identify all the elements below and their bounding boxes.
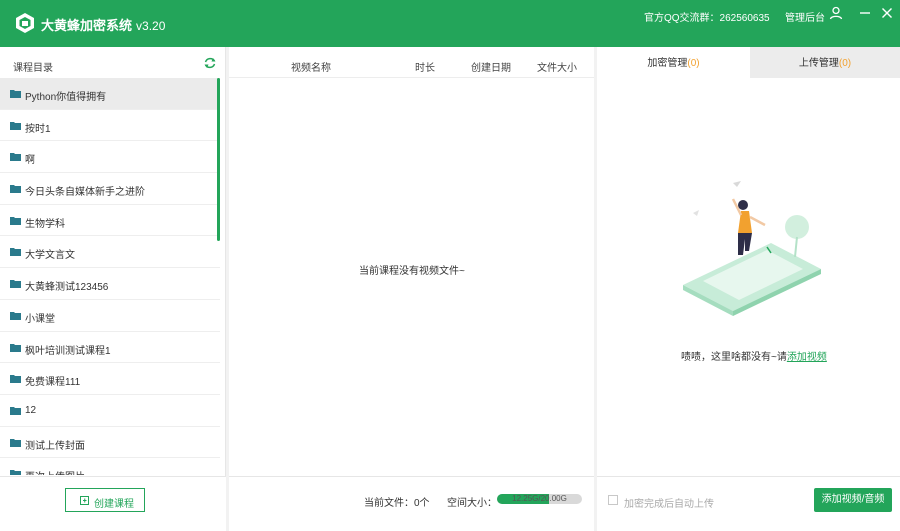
course-item[interactable]: 按时1 bbox=[0, 110, 220, 142]
course-item-label: 枫叶培训测试课程1 bbox=[25, 345, 111, 357]
qq-group-text: 官方QQ交流群：262560635 bbox=[644, 13, 770, 24]
video-panel: 视频名称 时长 创建日期 文件大小 当前课程没有视频文件~ 当前文件：0个 空间… bbox=[229, 47, 594, 531]
course-item[interactable]: 测试上传封面 bbox=[0, 427, 220, 459]
course-item[interactable]: 再次上传图片 bbox=[0, 458, 220, 475]
user-icon[interactable] bbox=[829, 6, 843, 20]
column-file-size[interactable]: 文件大小 bbox=[537, 59, 577, 74]
video-footer: 当前文件：0个 空间大小： 12.25G/20.00G bbox=[229, 476, 594, 531]
folder-icon bbox=[10, 216, 21, 225]
folder-icon bbox=[10, 121, 21, 130]
course-item-label: 今日头条自媒体新手之进阶 bbox=[25, 187, 145, 199]
app-name: 大黄蜂加密系统 bbox=[41, 18, 133, 33]
folder-icon bbox=[10, 406, 21, 415]
video-table-header: 视频名称 时长 创建日期 文件大小 bbox=[229, 47, 594, 78]
create-course-label: 创建课程 bbox=[94, 499, 134, 510]
course-item-label: Python你值得拥有 bbox=[25, 92, 107, 103]
course-item-label: 按时1 bbox=[25, 123, 51, 135]
course-item-label: 大学文言文 bbox=[25, 250, 75, 262]
sidebar-footer: 创建课程 bbox=[0, 476, 226, 531]
sidebar-title: 课程目录 bbox=[13, 63, 53, 74]
empty-video-message: 当前课程没有视频文件~ bbox=[359, 266, 465, 277]
management-panel: 加密管理(0) 上传管理(0) 啧啧，这里啥都没有~请添加视频 加密完成后自动上… bbox=[597, 47, 900, 531]
title-bar: 大黄蜂加密系统 v3.20 官方QQ交流群：262560635 管理后台 bbox=[0, 0, 900, 47]
management-footer: 加密完成后自动上传 添加视频/音频 bbox=[597, 476, 900, 531]
course-item[interactable]: 免费课程111 bbox=[0, 363, 220, 395]
course-item[interactable]: 大学文言文 bbox=[0, 236, 220, 269]
tab-encrypt-count: (0) bbox=[687, 58, 700, 69]
auto-upload-label: 加密完成后自动上传 bbox=[624, 499, 714, 510]
close-icon[interactable] bbox=[880, 6, 894, 20]
tab-upload-count: (0) bbox=[838, 58, 852, 69]
folder-icon bbox=[10, 470, 21, 475]
tab-encrypt-management[interactable]: 加密管理(0) bbox=[597, 47, 750, 78]
tab-upload-management[interactable]: 上传管理(0) bbox=[750, 47, 900, 78]
column-created-date[interactable]: 创建日期 bbox=[471, 59, 511, 74]
tab-encrypt-label: 加密管理 bbox=[647, 58, 688, 69]
course-item[interactable]: 今日头条自媒体新手之进阶 bbox=[0, 173, 220, 205]
course-item-label: 再次上传图片 bbox=[25, 468, 85, 475]
tab-upload-label: 上传管理 bbox=[798, 58, 839, 69]
course-item[interactable]: Python你值得拥有 bbox=[0, 78, 220, 110]
course-item-label: 啊 bbox=[25, 155, 35, 167]
course-item-label: 大黄蜂测试123456 bbox=[25, 282, 109, 294]
course-item[interactable]: 啊 bbox=[0, 141, 220, 174]
admin-link[interactable]: 管理后台 bbox=[785, 9, 825, 24]
space-size-label: 空间大小： bbox=[447, 498, 497, 509]
course-item-label: 小课堂 bbox=[25, 313, 55, 325]
empty-state-illustration bbox=[683, 181, 821, 316]
course-item-label: 生物学科 bbox=[25, 218, 65, 230]
column-video-name[interactable]: 视频名称 bbox=[291, 59, 331, 74]
course-item-label: 测试上传封面 bbox=[25, 440, 85, 452]
add-video-audio-button[interactable]: 添加视频/音频 bbox=[814, 488, 892, 512]
folder-icon bbox=[10, 153, 21, 162]
auto-upload-checkbox[interactable] bbox=[608, 495, 618, 505]
course-item[interactable]: 大黄蜂测试123456 bbox=[0, 268, 220, 300]
course-item[interactable]: 12 bbox=[0, 395, 220, 427]
hint-text: 啧啧，这里啥都没有~请 bbox=[681, 352, 787, 363]
course-item[interactable]: 小课堂 bbox=[0, 300, 220, 332]
refresh-icon[interactable] bbox=[203, 56, 217, 70]
folder-icon bbox=[10, 438, 21, 447]
current-files-count: 当前文件：0个 bbox=[364, 498, 430, 509]
folder-icon bbox=[10, 90, 21, 98]
course-item-label: 12 bbox=[25, 404, 37, 416]
space-usage-text: 12.25G/20.00G bbox=[512, 494, 567, 503]
space-usage-bar: 12.25G/20.00G bbox=[497, 494, 582, 504]
folder-icon bbox=[10, 375, 21, 384]
create-course-icon bbox=[80, 496, 89, 505]
folder-icon bbox=[10, 311, 21, 320]
course-item-label: 免费课程111 bbox=[25, 377, 81, 389]
folder-icon bbox=[10, 185, 21, 194]
create-course-button[interactable]: 创建课程 bbox=[65, 488, 145, 512]
course-sidebar: 课程目录 Python你值得拥有 按时1 啊今日头条自媒体新手之进阶 生物学科大学文言… bbox=[0, 47, 226, 531]
course-item[interactable]: 枫叶培训测试课程1 bbox=[0, 332, 220, 364]
app-version: v3.20 bbox=[136, 19, 166, 33]
empty-state-hint: 啧啧，这里啥都没有~请添加视频 bbox=[681, 348, 827, 363]
minimize-icon[interactable] bbox=[858, 6, 872, 20]
folder-icon bbox=[10, 248, 21, 257]
app-title: 大黄蜂加密系统 v3.20 bbox=[41, 15, 165, 34]
course-list: Python你值得拥有 按时1 啊今日头条自媒体新手之进阶 生物学科大学文言文大黄蜂测… bbox=[0, 78, 220, 475]
course-item[interactable]: 生物学科 bbox=[0, 205, 220, 237]
add-video-link[interactable]: 添加视频 bbox=[787, 352, 827, 363]
sidebar-scrollbar[interactable] bbox=[217, 78, 220, 241]
folder-icon bbox=[10, 280, 21, 289]
sidebar-header: 课程目录 bbox=[0, 47, 226, 78]
column-duration[interactable]: 时长 bbox=[415, 59, 435, 74]
folder-icon bbox=[10, 343, 21, 352]
app-logo-icon bbox=[16, 13, 34, 33]
